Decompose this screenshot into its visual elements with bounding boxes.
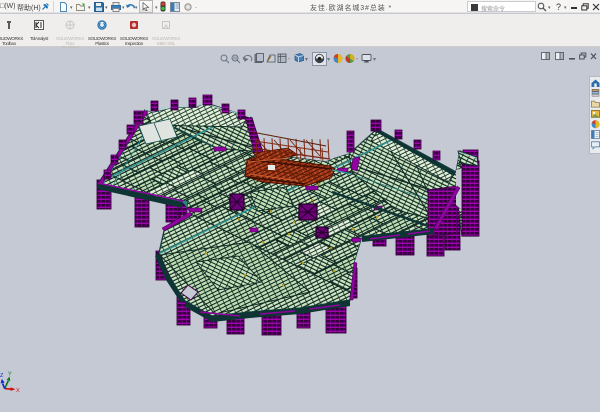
svg-text:Y: Y — [8, 372, 12, 378]
svg-text:-: - — [356, 56, 359, 63]
svg-text:▾: ▾ — [305, 57, 308, 63]
svg-text:▾: ▾ — [327, 57, 330, 63]
svg-text:X: X — [16, 388, 20, 394]
svg-text:Z: Z — [0, 373, 4, 379]
svg-text:▾: ▾ — [373, 57, 376, 63]
svg-text:-: - — [288, 56, 291, 63]
